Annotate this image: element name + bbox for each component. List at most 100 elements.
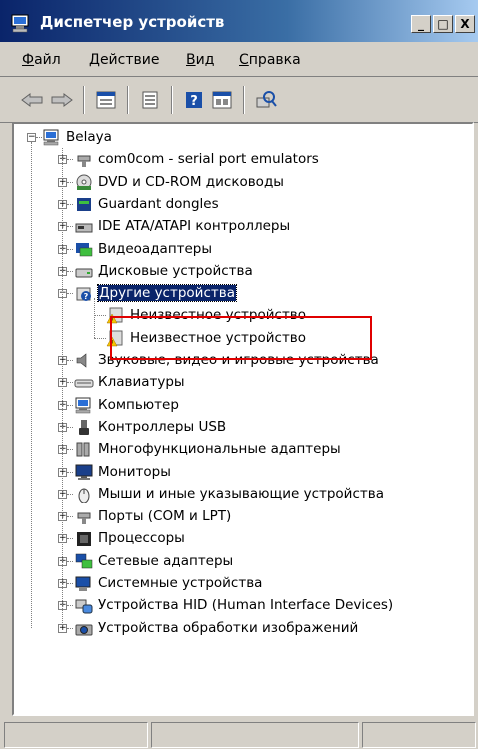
up-icon[interactable] xyxy=(94,88,118,112)
tree-item-label: Компьютер xyxy=(98,396,179,413)
collapse-toggle[interactable]: − xyxy=(27,133,36,142)
properties-icon[interactable] xyxy=(138,88,162,112)
toolbar-separator xyxy=(171,86,173,114)
tree-category[interactable]: Устройства обработки изображений xyxy=(74,617,358,639)
tree-connector xyxy=(94,298,95,338)
device-tree[interactable]: − Belaya + com0com - serial port emulators +… xyxy=(12,122,474,716)
tree-category[interactable]: IDE ATA/ATAPI контроллеры xyxy=(74,215,290,237)
tree-item-label: Сетевые адаптеры xyxy=(98,552,234,569)
tree-connector xyxy=(67,404,73,406)
tree-item-label: Контроллеры USB xyxy=(98,418,227,435)
title-bar[interactable]: Диспетчер устройств _ □ X xyxy=(0,0,478,42)
tree-item-label: Дисковые устройства xyxy=(98,262,253,279)
menu-action-accel: Д xyxy=(89,52,100,68)
tree-connector xyxy=(67,493,73,495)
menu-action-label: ействие xyxy=(99,52,160,68)
status-panel xyxy=(151,722,359,748)
tree-connector xyxy=(67,449,73,451)
tree-category[interactable]: Системные устройства xyxy=(74,572,262,594)
tree-category[interactable]: Многофункциональные адаптеры xyxy=(74,438,341,460)
dongle-icon xyxy=(77,197,91,211)
tree-item-label: DVD и CD-ROM дисководы xyxy=(98,173,284,190)
menu-action[interactable]: Действие xyxy=(89,52,159,68)
tree-category[interactable]: Видеоадаптеры xyxy=(74,238,212,260)
highlight-box xyxy=(110,316,372,360)
back-icon[interactable] xyxy=(20,88,44,112)
menu-file-accel: Ф xyxy=(22,52,35,68)
tree-category[interactable]: Процессоры xyxy=(74,527,185,549)
multifunction-icon xyxy=(76,442,90,457)
tree-item-label: Многофункциональные адаптеры xyxy=(98,441,341,458)
tree-connector xyxy=(67,538,73,540)
tree-category[interactable]: Контроллеры USB xyxy=(74,416,226,438)
port-icon xyxy=(77,512,91,525)
display-adapter-icon xyxy=(76,242,93,256)
tree-connector xyxy=(67,360,73,361)
tree-category[interactable]: Устройства HID (Human Interface Devices) xyxy=(74,594,393,616)
console-icon[interactable] xyxy=(210,88,234,112)
menu-file[interactable]: Файл xyxy=(22,52,61,68)
tree-root[interactable]: Belaya xyxy=(42,126,112,148)
tree-connector xyxy=(94,315,106,317)
minimize-button[interactable]: _ xyxy=(411,15,431,33)
tree-category[interactable]: DVD и CD-ROM дисководы xyxy=(74,171,284,193)
tree-connector xyxy=(67,426,73,428)
menu-file-label: айл xyxy=(34,52,61,68)
tree-category[interactable]: Guardant dongles xyxy=(74,193,219,215)
tree-category[interactable]: Компьютер xyxy=(74,394,179,416)
tree-item-label: Видеоадаптеры xyxy=(98,240,213,257)
status-panel xyxy=(4,722,148,748)
tree-connector xyxy=(67,203,73,205)
scan-hardware-icon[interactable] xyxy=(254,88,278,112)
network-icon xyxy=(75,553,93,568)
tree-item-label: Belaya xyxy=(66,129,112,145)
tree-item-label: com0com - serial port emulators xyxy=(98,151,319,168)
tree-connector xyxy=(67,583,73,584)
tree-item-label: Порты (COM и LPT) xyxy=(98,508,232,525)
tree-category[interactable]: ? Другие устройства xyxy=(74,282,237,304)
tree-connector xyxy=(67,226,73,228)
tree-connector xyxy=(67,270,73,272)
tree-connector xyxy=(94,337,106,339)
mouse-icon xyxy=(78,488,90,503)
tree-item-label: Guardant dongles xyxy=(98,195,219,212)
expand-toggle[interactable]: + xyxy=(58,623,67,633)
tree-connector xyxy=(67,248,73,250)
tree-item-label: IDE ATA/ATAPI контроллеры xyxy=(98,218,291,235)
tree-category[interactable]: Сетевые адаптеры xyxy=(74,550,233,572)
tree-connector xyxy=(67,516,73,518)
menu-help[interactable]: Справка xyxy=(239,52,301,68)
menu-view[interactable]: Вид xyxy=(186,52,214,68)
tree-category[interactable]: Дисковые устройства xyxy=(74,260,253,282)
tree-item-label: Клавиатуры xyxy=(98,374,185,391)
tree-connector xyxy=(67,382,73,384)
menu-view-label: ид xyxy=(195,52,215,68)
usb-icon xyxy=(79,419,89,435)
tree-item-label: Системные устройства xyxy=(98,575,263,591)
menu-bar: Файл Действие Вид Справка xyxy=(0,44,478,77)
tree-category[interactable]: Порты (COM и LPT) xyxy=(74,505,231,527)
toolbar-separator xyxy=(127,86,129,114)
tree-connector xyxy=(67,560,73,562)
forward-icon[interactable] xyxy=(50,88,74,112)
device-manager-icon xyxy=(11,14,29,33)
tree-item-label: Процессоры xyxy=(98,530,185,547)
monitor-icon xyxy=(75,464,93,480)
maximize-button[interactable]: □ xyxy=(433,15,453,33)
help-icon[interactable]: ? xyxy=(182,88,206,112)
tree-item-label: Устройства обработки изображений xyxy=(98,619,359,636)
tree-connector xyxy=(67,627,73,629)
imaging-icon xyxy=(75,624,93,636)
menu-help-accel: С xyxy=(239,52,249,68)
tree-connector xyxy=(67,471,73,473)
port-icon xyxy=(77,155,91,168)
tree-category[interactable]: Мониторы xyxy=(74,461,171,483)
tree-category[interactable]: Клавиатуры xyxy=(74,371,185,393)
tree-category[interactable]: Мыши и иные указывающие устройства xyxy=(74,483,384,505)
computer-icon xyxy=(43,129,59,146)
tree-item-label: Мыши и иные указывающие устройства xyxy=(98,485,384,502)
close-button[interactable]: X xyxy=(455,15,475,33)
tree-category[interactable]: com0com - serial port emulators xyxy=(74,148,319,170)
svg-text:?: ? xyxy=(190,94,198,109)
keyboard-icon xyxy=(74,379,94,388)
